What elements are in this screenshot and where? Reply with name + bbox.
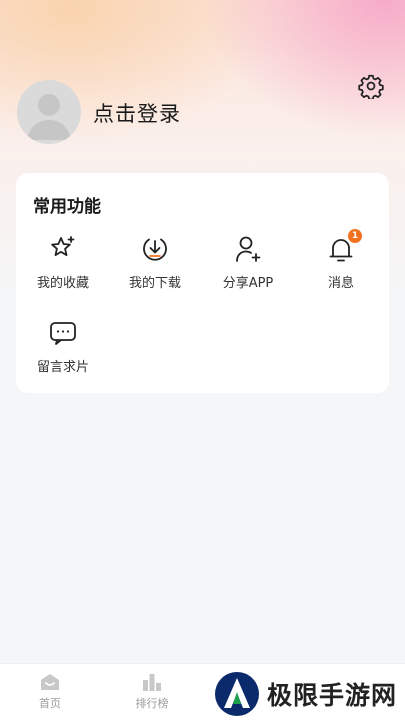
unread-badge: 1 — [348, 229, 362, 243]
common-functions-card: 常用功能 我的收藏 我的下载 分享APP 1 消息 留言求片 — [16, 173, 389, 393]
func-favorites[interactable]: 我的收藏 — [23, 234, 103, 291]
func-request-movie[interactable]: 留言求片 — [23, 318, 103, 375]
site-watermark: 极限手游网 — [213, 670, 403, 718]
tab-home[interactable]: 首页 — [20, 672, 80, 711]
login-link[interactable]: 点击登录 — [93, 99, 181, 129]
message-dots-icon — [48, 318, 78, 348]
func-downloads[interactable]: 我的下载 — [115, 234, 195, 291]
settings-button[interactable] — [356, 71, 386, 101]
ranking-icon — [143, 674, 161, 691]
func-label: 我的收藏 — [36, 276, 89, 291]
star-sparkle-icon — [48, 234, 78, 264]
watermark-logo — [215, 672, 259, 716]
download-icon — [140, 234, 170, 264]
tab-label: 首页 — [39, 697, 61, 710]
default-avatar-icon — [27, 94, 71, 140]
watermark-text: 极限手游网 — [267, 681, 398, 710]
func-label: 分享APP — [222, 276, 274, 291]
user-add-icon — [233, 234, 263, 264]
func-label: 消息 — [327, 276, 354, 291]
tab-label: 排行榜 — [135, 697, 169, 710]
func-messages[interactable]: 1 消息 — [301, 229, 381, 291]
func-label: 我的下载 — [128, 276, 181, 291]
func-label: 留言求片 — [36, 360, 89, 375]
func-share-app[interactable]: 分享APP — [208, 234, 288, 291]
tab-ranking[interactable]: 排行榜 — [122, 672, 182, 711]
bell-icon: 1 — [326, 229, 362, 264]
avatar[interactable] — [17, 80, 81, 144]
gear-icon — [358, 74, 384, 99]
home-icon — [41, 674, 59, 690]
card-title: 常用功能 — [33, 197, 101, 217]
